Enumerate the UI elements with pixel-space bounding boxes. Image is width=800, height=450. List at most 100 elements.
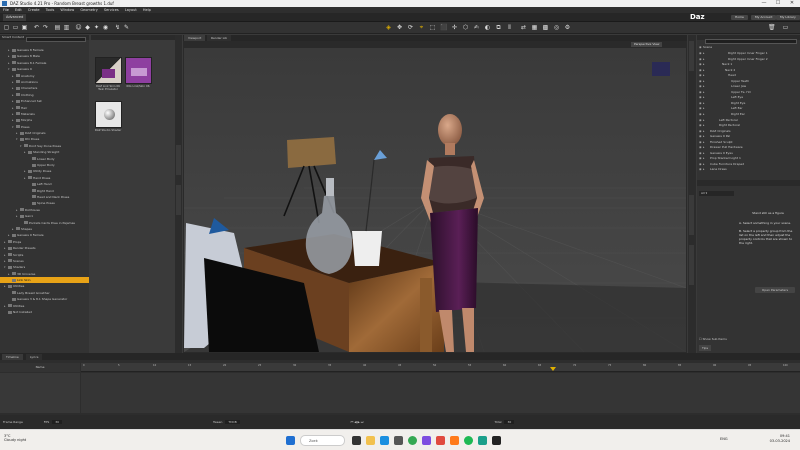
vtab-smart-content[interactable] [176, 145, 181, 175]
playhead-marker[interactable] [550, 367, 556, 371]
task-view-icon[interactable] [352, 436, 361, 445]
content-search-input[interactable] [26, 37, 86, 42]
language-indicator[interactable]: ENG [720, 437, 728, 441]
play-controls[interactable]: ⏮ ◀ ▶ ⏭ [351, 420, 364, 424]
save-icon[interactable]: ▣ [21, 24, 28, 31]
spotify-icon[interactable] [464, 436, 473, 445]
menu-services[interactable]: Services [104, 8, 119, 12]
vtab-surfaces[interactable] [689, 245, 694, 285]
folder-icon [32, 163, 36, 167]
scene-node-label: Neck 1 [722, 62, 733, 67]
show-sub-items-checkbox[interactable]: ☐ Show Sub Items [699, 337, 759, 342]
node-weight-icon[interactable]: ✍ [473, 24, 480, 31]
tab-render-library[interactable]: Render Lib [207, 35, 232, 41]
timeline-ruler[interactable]: 0 5 10 15 20 25 30 35 40 45 50 55 60 65 70 75 80 85 90 95 10… [81, 363, 800, 372]
app-icon-red[interactable] [436, 436, 445, 445]
tips-tab[interactable]: Tips [699, 345, 711, 351]
weather-widget[interactable]: 3°C Cloudy night [4, 434, 64, 447]
home-button[interactable]: Home [731, 15, 748, 20]
tween-select[interactable]: TDCB [225, 420, 240, 424]
primitive-icon[interactable]: ◆ [84, 24, 91, 31]
rotate-tool-icon[interactable]: ⟳ [407, 24, 414, 31]
menu-layout[interactable]: Layout [125, 8, 137, 12]
scene-search-input[interactable] [705, 39, 797, 44]
redo-icon[interactable]: ↷ [42, 24, 49, 31]
close-button[interactable]: ✕ [786, 0, 798, 7]
menu-tools[interactable]: Tools [46, 8, 55, 12]
my-account-button[interactable]: My Account [751, 15, 777, 20]
content-item-thumb-1[interactable] [95, 57, 122, 84]
pose-tool-icon[interactable]: ↯ [114, 24, 121, 31]
property-filter[interactable]: All ▾ [699, 191, 734, 196]
layout-tab[interactable]: Advanced [3, 14, 27, 21]
chrome-icon[interactable] [408, 436, 417, 445]
light-icon[interactable]: ✦ [93, 24, 100, 31]
view-icon[interactable]: ◎ [553, 24, 560, 31]
tree-item[interactable]: Not Installed [0, 309, 89, 315]
tab-lyrics[interactable]: Lyrics [26, 354, 43, 360]
universal-tool-icon[interactable]: ⌖ [418, 24, 425, 31]
menu-edit[interactable]: Edit [15, 8, 22, 12]
explorer-icon[interactable] [366, 436, 375, 445]
tree-item-label: Link Skin [17, 278, 31, 283]
spot-render-icon[interactable]: ◐ [484, 24, 491, 31]
app-icon-teal[interactable] [478, 436, 487, 445]
menu-geometry[interactable]: Geometry [80, 8, 97, 12]
open-parameters-button[interactable]: Open Parameters [755, 287, 795, 293]
vtab-content-library[interactable] [176, 185, 181, 215]
minimize-button[interactable]: — [758, 0, 770, 7]
strand-hair-icon[interactable]: ⦀ [506, 24, 513, 31]
mail-icon[interactable] [394, 436, 403, 445]
start-icon[interactable] [286, 436, 295, 445]
content-item-thumb-3[interactable] [95, 101, 122, 128]
vtab-scene[interactable] [689, 41, 694, 71]
app-icon-orange[interactable] [450, 436, 459, 445]
undo-icon[interactable]: ↶ [33, 24, 40, 31]
tree-item-label: Genesis 8.1 Female [17, 60, 47, 65]
tab-viewport[interactable]: Viewport [184, 35, 206, 41]
open-icon[interactable]: ▭ [12, 24, 19, 31]
paint-icon[interactable]: ✎ [123, 24, 130, 31]
clock[interactable]: 09:41 03-03-2024 [760, 434, 790, 444]
menu-file[interactable]: File [3, 8, 9, 12]
trash-icon[interactable]: 🗑 [768, 24, 776, 31]
perspective-view-select[interactable]: Perspective View [631, 42, 663, 47]
joint-editor-icon[interactable]: ✢ [451, 24, 458, 31]
scene-node[interactable]: ◉▸ Lane Dress [699, 167, 799, 173]
new-icon[interactable]: ▢ [3, 24, 10, 31]
render-icon[interactable]: ▤ [54, 24, 61, 31]
content-item-thumb-2[interactable] [125, 57, 152, 84]
cube-icon[interactable]: ▦ [531, 24, 538, 31]
figure-icon[interactable]: ☺ [75, 24, 82, 31]
render-settings-icon[interactable]: ▥ [63, 24, 70, 31]
app-icon-purple[interactable] [422, 436, 431, 445]
3d-viewport[interactable] [184, 48, 686, 352]
camera-icon[interactable]: ◉ [102, 24, 109, 31]
scale-tool-icon[interactable]: ◈ [385, 24, 392, 31]
tab-timeline[interactable]: Timeline [2, 354, 23, 360]
dock-icon[interactable]: ▭ [782, 24, 789, 31]
my-library-button[interactable]: My Library [776, 15, 800, 20]
tree-item-label: Rhi Poses [25, 137, 40, 142]
timeline-tick-label: 95 [748, 364, 752, 367]
timeline-controls: Frame Range FPS 30 Tween TDCB ⏮ ◀ ▶ ⏭ To… [0, 415, 800, 429]
edge-icon[interactable] [380, 436, 389, 445]
region-nav-icon[interactable]: ⧉ [495, 24, 502, 31]
menu-create[interactable]: Create [28, 8, 40, 12]
translate-tool-icon[interactable]: ✥ [396, 24, 403, 31]
total-field[interactable]: 30 [504, 420, 515, 424]
node-select-icon[interactable]: ⬚ [429, 24, 436, 31]
maximize-button[interactable]: ☐ [772, 0, 784, 7]
settings-icon[interactable]: ⚙ [564, 24, 571, 31]
timeline-tracks[interactable] [81, 373, 800, 413]
grid-icon[interactable]: ▩ [542, 24, 549, 31]
taskbar-search[interactable]: Zoek [300, 435, 345, 446]
vtab-parameters[interactable] [689, 195, 694, 235]
fps-field[interactable]: 30 [52, 420, 63, 424]
sync-icon[interactable]: ⇄ [520, 24, 527, 31]
menu-help[interactable]: Help [143, 8, 151, 12]
daz-studio-taskbar-icon[interactable] [492, 436, 501, 445]
menu-window[interactable]: Window [60, 8, 74, 12]
geometry-editor-icon[interactable]: ⬡ [462, 24, 469, 31]
surface-select-icon[interactable]: ⬛ [440, 24, 447, 31]
